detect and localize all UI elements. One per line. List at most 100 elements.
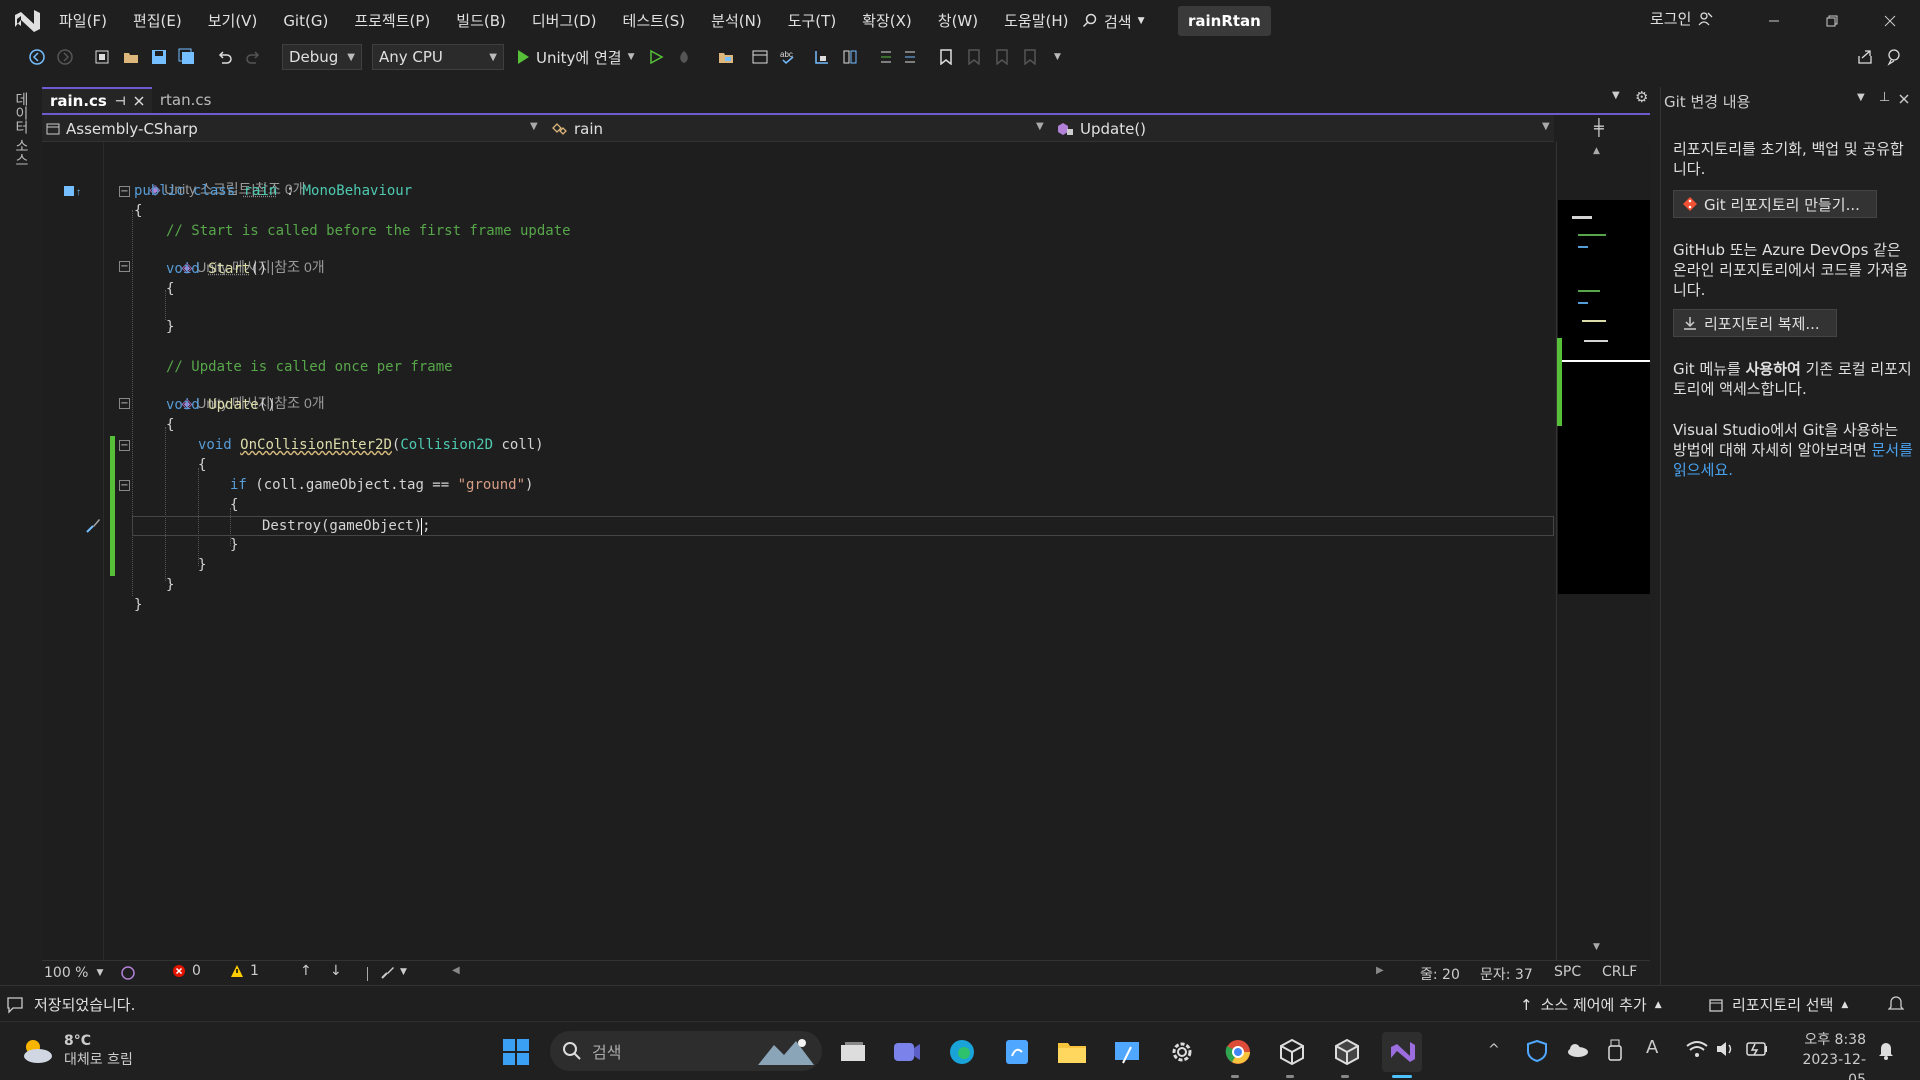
previous-issue-icon[interactable]: ↑ [300,963,312,979]
fold-toggle-icon[interactable]: − [119,440,130,451]
menu-test[interactable]: 테스트(S) [610,0,699,42]
volume-icon[interactable] [1716,1040,1736,1058]
login-button[interactable]: 로그인 [1650,8,1713,29]
taskbar-search[interactable]: 검색 [550,1031,822,1071]
unity-class-glyph-icon[interactable]: ↑ [64,185,86,197]
onedrive-cloud-icon[interactable] [1566,1042,1588,1058]
column-indicator[interactable]: 문자: 37 [1480,964,1533,984]
chrome-browser-icon[interactable] [1218,1032,1258,1072]
scroll-down-icon[interactable]: ▼ [1593,942,1600,952]
platform-select[interactable]: Any CPU ▼ [372,44,504,70]
pin-icon[interactable]: ⊥ [1879,90,1890,105]
teams-chat-icon[interactable] [887,1032,927,1072]
code-cleanup-button[interactable]: ▼ [380,964,407,980]
panel-menu-icon[interactable]: ▼ [1857,92,1865,103]
fold-toggle-icon[interactable]: − [119,398,130,409]
warning-count[interactable]: 1 [230,963,259,979]
save-icon[interactable] [146,44,172,70]
windows-start-icon[interactable] [496,1032,536,1072]
search-button[interactable]: 검색 ▼ [1082,8,1145,34]
layout-icon[interactable] [747,44,773,70]
data-sources-rail-tab[interactable]: 데이터 소스 [13,92,31,166]
unity-hub-icon[interactable] [1272,1032,1312,1072]
scrollbar-minimap[interactable]: ▲ ▼ [1556,142,1650,960]
solution-config-select[interactable]: Debug ▼ [282,44,362,70]
ai-assist-icon[interactable] [120,965,136,981]
member-dropdown[interactable]: Update() [1058,117,1478,140]
new-project-icon[interactable] [90,44,116,70]
tab-rain-cs[interactable]: rain.cs ⊣ [42,87,152,113]
step-over-icon[interactable] [837,44,863,70]
select-repository-button[interactable]: 리포지토리 선택 ▲ [1708,994,1848,1015]
menu-extensions[interactable]: 확장(X) [849,0,925,42]
edge-browser-icon[interactable] [942,1032,982,1072]
toolbar-overflow-icon[interactable]: ▼ [1045,44,1071,70]
show-hidden-icons-chevron-icon[interactable]: ^ [1488,1042,1500,1058]
live-share-icon[interactable] [1852,44,1878,70]
start-debugging-button[interactable]: Unity에 연결 ▼ [516,47,635,68]
split-editor-icon[interactable]: ╪ [1594,118,1604,137]
minimize-button[interactable] [1745,0,1803,42]
next-bookmark-icon[interactable] [989,44,1015,70]
menu-project[interactable]: 프로젝트(P) [341,0,443,42]
line-ending-indicator[interactable]: CRLF [1602,964,1637,980]
next-issue-icon[interactable]: ↓ [330,963,342,979]
type-dropdown[interactable]: rain [552,117,1072,140]
file-explorer-icon[interactable] [1052,1032,1092,1072]
spell-check-icon[interactable]: abc [775,44,801,70]
menu-window[interactable]: 창(W) [925,0,991,42]
navigate-back-icon[interactable] [24,44,50,70]
menu-edit[interactable]: 편집(E) [120,0,195,42]
line-indicator[interactable]: 줄: 20 [1420,964,1460,984]
close-icon[interactable] [1899,94,1909,104]
undo-icon[interactable] [212,44,238,70]
restore-button[interactable] [1803,0,1861,42]
tab-list-dropdown-icon[interactable]: ▼ [1612,90,1620,101]
scroll-up-icon[interactable]: ▲ [1593,146,1600,156]
snipping-tool-icon[interactable] [1107,1032,1147,1072]
notification-center-bell-icon[interactable] [1878,1040,1894,1060]
battery-icon[interactable] [1746,1042,1768,1056]
fold-toggle-icon[interactable]: − [119,186,130,197]
whitespace-indicator[interactable]: SPC [1554,964,1581,980]
notifications-bell-icon[interactable] [1888,994,1904,1012]
close-button[interactable] [1861,0,1919,42]
redo-icon[interactable] [240,44,266,70]
menu-help[interactable]: 도움말(H) [991,0,1081,42]
wifi-icon[interactable] [1686,1040,1708,1058]
menu-view[interactable]: 보기(V) [195,0,271,42]
hot-reload-icon[interactable] [671,44,697,70]
fold-toggle-icon[interactable]: − [119,261,130,272]
tab-rtan-cs[interactable]: rtan.cs [151,87,258,113]
add-to-source-control-button[interactable]: ↑ 소스 제어에 추가 ▲ [1520,994,1662,1015]
solution-explorer-icon[interactable] [713,44,739,70]
step-into-icon[interactable] [809,44,835,70]
notepad-app-icon[interactable] [997,1032,1037,1072]
weather-widget[interactable]: 8°C 대체로 흐림 [20,1032,133,1070]
error-count[interactable]: 0 [172,963,201,979]
clone-repository-button[interactable]: 리포지토리 복제... [1673,309,1837,337]
input-method-indicator[interactable]: A [1646,1037,1658,1058]
feedback-icon[interactable] [1882,44,1908,70]
scroll-right-icon[interactable]: ▶ [1376,965,1384,976]
visual-studio-taskbar-icon[interactable] [1382,1032,1422,1072]
pin-icon[interactable]: ⊣ [115,94,126,108]
save-all-icon[interactable] [174,44,200,70]
code-editor[interactable]: ↑ − − − − − ◈ Unity 스크립트|참조 0개 public cl… [42,142,1554,960]
security-shield-icon[interactable] [1527,1040,1547,1062]
fold-toggle-icon[interactable]: − [119,480,130,491]
scroll-left-icon[interactable]: ◀ [452,965,460,976]
menu-debug[interactable]: 디버그(D) [519,0,610,42]
menu-build[interactable]: 빌드(B) [443,0,519,42]
project-dropdown[interactable]: Assembly-CSharp [46,117,444,140]
start-without-debugging-icon[interactable] [643,44,669,70]
unity-editor-icon[interactable] [1327,1032,1367,1072]
navigate-forward-icon[interactable] [52,44,78,70]
task-view-icon[interactable] [833,1032,873,1072]
menu-git[interactable]: Git(G) [270,0,341,42]
previous-bookmark-icon[interactable] [961,44,987,70]
menu-file[interactable]: 파일(F) [46,0,120,42]
usb-device-icon[interactable] [1608,1039,1622,1061]
create-git-repository-button[interactable]: Git 리포지토리 만들기... [1673,190,1877,218]
bookmark-icon[interactable] [933,44,959,70]
